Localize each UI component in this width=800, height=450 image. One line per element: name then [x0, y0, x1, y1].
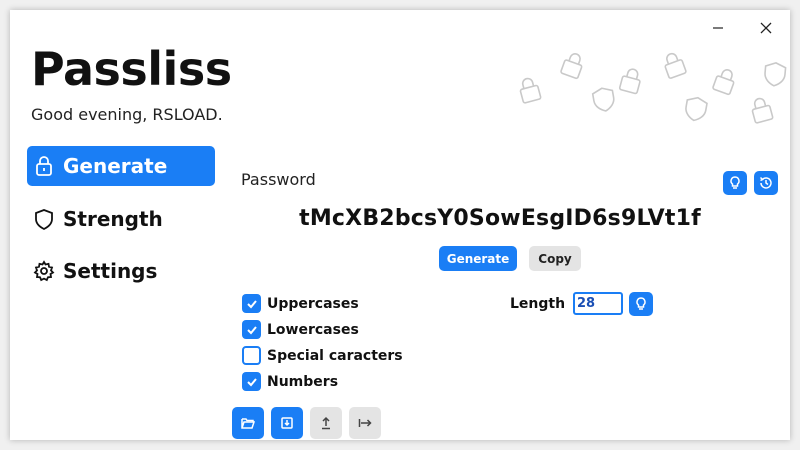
history-button[interactable]	[754, 171, 778, 195]
lowercases-option[interactable]: Lowercases	[242, 320, 359, 339]
checkmark-icon	[246, 325, 257, 334]
length-input[interactable]	[573, 292, 623, 315]
minimize-icon	[713, 27, 723, 29]
lock-icon	[751, 97, 774, 124]
shield-icon	[591, 87, 615, 112]
lowercases-checkbox[interactable]	[242, 320, 261, 339]
option-label: Lowercases	[267, 321, 359, 338]
checkmark-icon	[246, 299, 257, 308]
special-characters-checkbox[interactable]	[242, 346, 261, 365]
open-folder-button[interactable]	[232, 407, 264, 439]
length-label: Length	[510, 296, 566, 312]
minimize-button[interactable]	[704, 16, 732, 40]
lock-icon	[519, 77, 542, 104]
shield-icon	[764, 62, 787, 87]
lock-icon	[36, 156, 52, 176]
send-to-button[interactable]	[349, 407, 381, 439]
shield-icon	[685, 96, 708, 122]
numbers-option[interactable]: Numbers	[242, 372, 338, 391]
uppercases-option[interactable]: Uppercases	[242, 294, 359, 313]
checkmark-icon	[246, 377, 257, 386]
history-icon	[759, 176, 772, 189]
lightbulb-icon	[636, 297, 646, 310]
upload-icon	[322, 416, 330, 430]
sidebar-item-settings[interactable]: Settings	[27, 251, 215, 291]
copy-button[interactable]: Copy	[529, 246, 581, 271]
app-window: Passliss Good evening, RSLOAD. Generate …	[10, 10, 790, 440]
sidebar-item-label: Settings	[63, 259, 158, 283]
option-label: Special caracters	[267, 347, 403, 364]
uppercases-checkbox[interactable]	[242, 294, 261, 313]
shield-icon	[35, 209, 53, 230]
generate-button[interactable]: Generate	[439, 246, 517, 271]
special-characters-option[interactable]: Special caracters	[242, 346, 403, 365]
sidebar-item-label: Strength	[63, 207, 163, 231]
password-section-label: Password	[241, 170, 316, 189]
lock-icon	[664, 52, 687, 79]
save-icon	[281, 417, 293, 429]
option-label: Numbers	[267, 373, 339, 390]
sidebar-item-generate[interactable]: Generate	[27, 146, 215, 186]
folder-open-icon	[241, 418, 255, 429]
export-button[interactable]	[310, 407, 342, 439]
option-label: Uppercases	[267, 295, 359, 312]
lightbulb-icon	[730, 176, 740, 189]
app-title: Passliss	[31, 42, 232, 96]
close-icon	[760, 22, 772, 34]
save-button[interactable]	[271, 407, 303, 439]
length-hint-button[interactable]	[629, 292, 653, 316]
sidebar-item-label: Generate	[63, 154, 168, 178]
sidebar-item-strength[interactable]: Strength	[27, 199, 215, 239]
lock-icon	[560, 53, 583, 80]
close-button[interactable]	[752, 16, 780, 40]
lock-icon	[712, 69, 735, 96]
gear-icon	[33, 260, 55, 282]
generated-password: tMcXB2bcsY0SowEsgID6s9LVt1f	[299, 206, 701, 231]
greeting-text: Good evening, RSLOAD.	[31, 105, 223, 124]
lock-icon	[618, 68, 641, 95]
decorative-pattern	[510, 40, 790, 140]
numbers-checkbox[interactable]	[242, 372, 261, 391]
arrow-right-bar-icon	[358, 419, 372, 427]
hint-button[interactable]	[723, 171, 747, 195]
